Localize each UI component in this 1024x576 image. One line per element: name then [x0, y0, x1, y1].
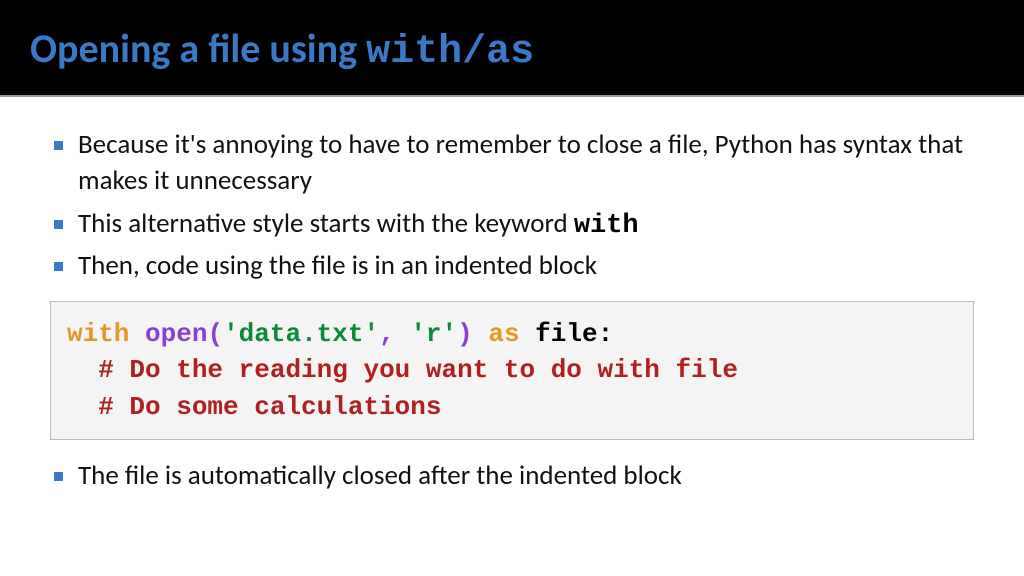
- bullet-text: Then, code using the file is in an inden…: [78, 249, 597, 282]
- code-keyword-with: with: [67, 319, 129, 349]
- code-var: file:: [535, 319, 613, 349]
- list-item: The file is automatically closed after t…: [50, 458, 974, 496]
- bullet-list-bottom: The file is automatically closed after t…: [50, 458, 974, 496]
- slide-header: Opening a file using with/as: [0, 0, 1024, 97]
- list-item: Because it's annoying to have to remembe…: [50, 127, 974, 202]
- bullet-text: The file is automatically closed after t…: [78, 459, 682, 492]
- bullet-list-top: Because it's annoying to have to remembe…: [50, 127, 974, 287]
- bullet-mono: with: [574, 211, 639, 241]
- bullet-text: This alternative style starts with the k…: [78, 207, 574, 240]
- slide-content: Because it's annoying to have to remembe…: [0, 97, 1024, 520]
- code-block: with open('data.txt', 'r') as file: # Do…: [50, 301, 974, 440]
- code-string-arg2: 'r': [410, 319, 457, 349]
- title-text: Opening a file using: [30, 24, 366, 73]
- code-comment-2: # Do some calculations: [98, 392, 441, 422]
- code-comma: ,: [379, 319, 395, 349]
- list-item: Then, code using the file is in an inden…: [50, 248, 974, 286]
- title-mono: with/as: [366, 30, 534, 75]
- bullet-text: Because it's annoying to have to remembe…: [78, 128, 963, 197]
- code-lparen: (: [207, 319, 223, 349]
- code-string-arg1: 'data.txt': [223, 319, 379, 349]
- code-comment-1: # Do the reading you want to do with fil…: [98, 355, 738, 385]
- list-item: This alternative style starts with the k…: [50, 206, 974, 244]
- slide-title: Opening a file using with/as: [30, 24, 994, 75]
- code-keyword-as: as: [488, 319, 519, 349]
- code-rparen: ): [457, 319, 473, 349]
- code-func-open: open: [145, 319, 207, 349]
